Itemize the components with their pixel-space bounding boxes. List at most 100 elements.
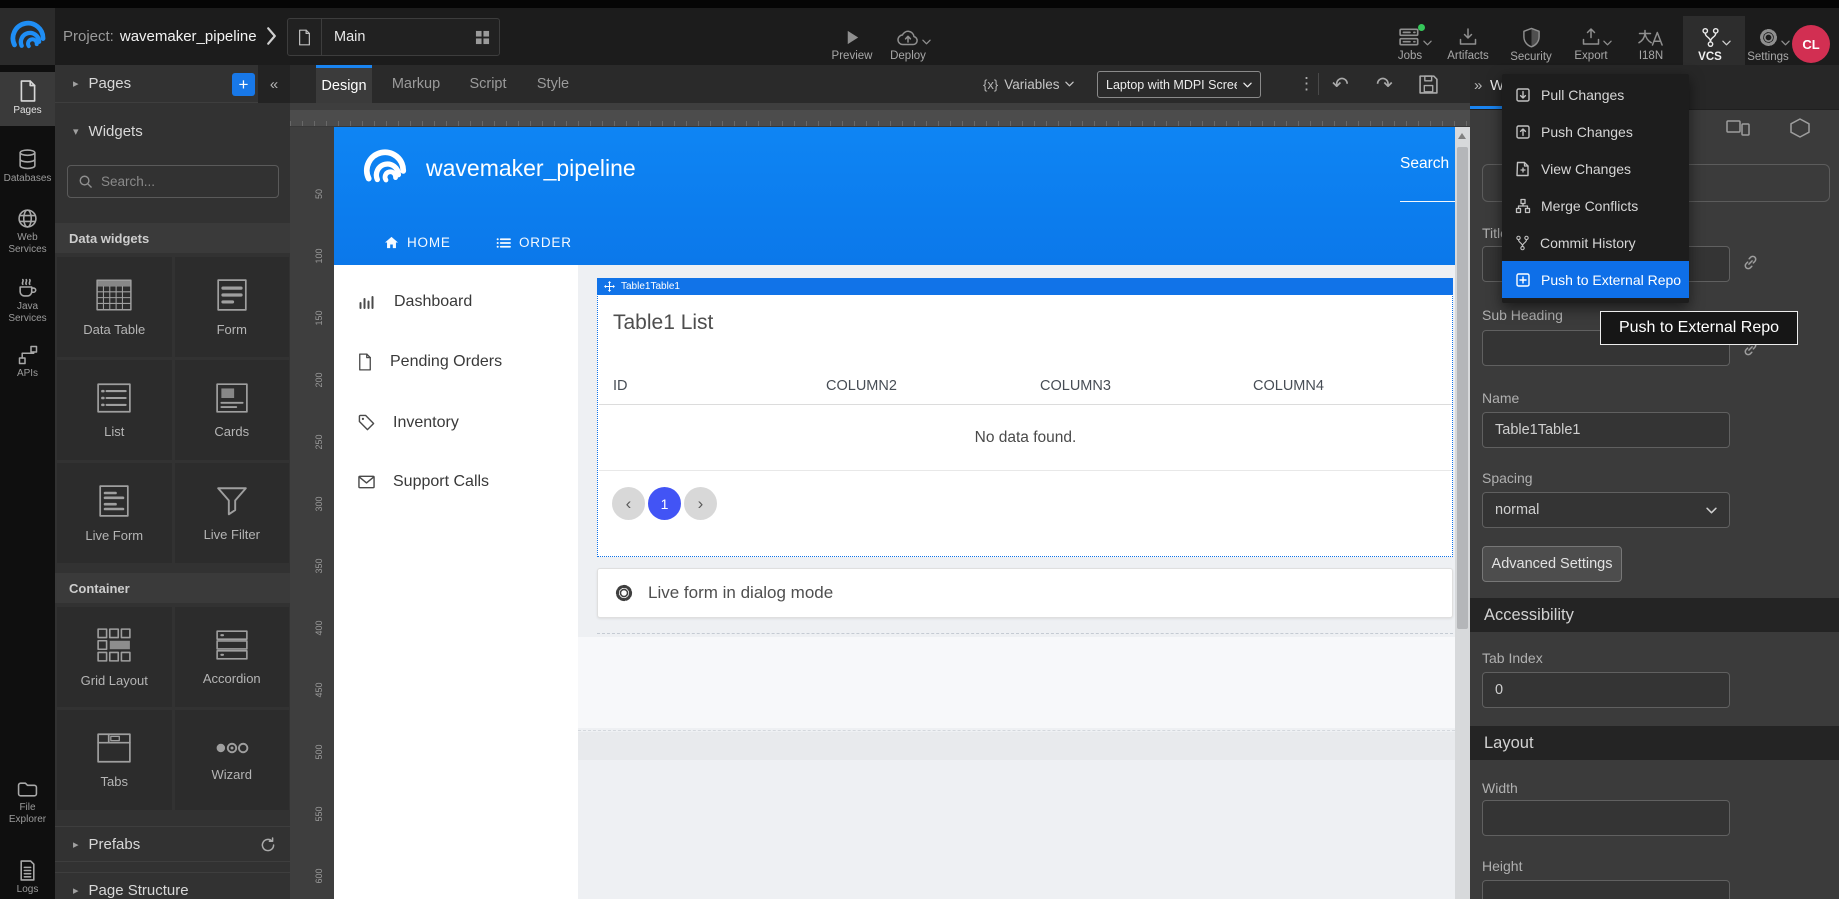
expand-arrow-icon: ▸ bbox=[73, 77, 79, 90]
prefabs-section-header[interactable]: ▸ Prefabs bbox=[55, 826, 290, 862]
save-button[interactable] bbox=[1418, 65, 1439, 103]
menu-item-inventory[interactable]: Inventory bbox=[334, 414, 578, 432]
move-handle-icon[interactable] bbox=[604, 281, 615, 292]
user-avatar[interactable]: CL bbox=[1792, 25, 1830, 63]
widget-tile-grid-layout[interactable]: Grid Layout bbox=[57, 607, 172, 707]
refresh-icon[interactable] bbox=[260, 835, 276, 852]
tab-design[interactable]: Design bbox=[316, 65, 372, 103]
widget-selection-bar[interactable]: Table1Table1 bbox=[597, 278, 1453, 295]
nav-item-home[interactable]: HOME bbox=[384, 235, 451, 250]
page-structure-header[interactable]: ▸ Page Structure bbox=[55, 872, 290, 899]
device-select[interactable]: Laptop with MDPI Screen bbox=[1097, 71, 1261, 98]
widget-tile-cards[interactable]: Cards bbox=[175, 360, 290, 460]
bind-link-icon[interactable] bbox=[1742, 254, 1759, 272]
ruler-number: 450 bbox=[314, 675, 324, 705]
rail-item-web-services[interactable]: Web Services bbox=[0, 208, 55, 256]
column-header[interactable]: COLUMN4 bbox=[1253, 378, 1324, 394]
menu-item-commit-history[interactable]: Commit History bbox=[1502, 224, 1689, 261]
tab-style[interactable]: Style bbox=[530, 65, 576, 103]
pages-section-header[interactable]: ▸ Pages bbox=[55, 65, 258, 103]
window-top-strip bbox=[0, 0, 1839, 8]
toolbar-divider bbox=[1318, 73, 1319, 95]
rail-item-file-explorer[interactable]: File Explorer bbox=[0, 781, 55, 826]
widget-tile-live-filter[interactable]: Live Filter bbox=[175, 463, 290, 563]
expand-panel-button[interactable]: » bbox=[1474, 77, 1482, 94]
tab-markup[interactable]: Markup bbox=[386, 65, 446, 103]
column-header[interactable]: COLUMN3 bbox=[1040, 378, 1111, 394]
widget-search-input[interactable] bbox=[101, 174, 261, 189]
widget-search[interactable] bbox=[67, 165, 279, 198]
envelope-icon bbox=[358, 473, 375, 491]
grid-layout-icon bbox=[96, 627, 132, 663]
devices-icon[interactable] bbox=[1726, 119, 1750, 137]
redo-button[interactable]: ↷ bbox=[1376, 65, 1393, 103]
menu-item-merge-conflicts[interactable]: Merge Conflicts bbox=[1502, 187, 1689, 224]
gear-icon bbox=[614, 583, 634, 604]
name-property-input[interactable] bbox=[1482, 412, 1730, 448]
layout-divider bbox=[578, 730, 1455, 731]
advanced-settings-button[interactable]: Advanced Settings bbox=[1482, 546, 1622, 582]
menu-item-view-changes[interactable]: View Changes bbox=[1502, 150, 1689, 187]
widget-tile-accordion[interactable]: Accordion bbox=[175, 607, 290, 707]
rail-item-java-services[interactable]: Java Services bbox=[0, 277, 55, 325]
variables-button[interactable]: {x} Variables bbox=[983, 65, 1074, 103]
widget-tile-form[interactable]: Form bbox=[175, 257, 290, 357]
widget-tile-wizard[interactable]: Wizard bbox=[175, 710, 290, 810]
add-page-button[interactable]: + bbox=[232, 73, 255, 96]
rail-item-pages[interactable]: Pages bbox=[0, 72, 55, 126]
widget-tile-list[interactable]: List bbox=[57, 360, 172, 460]
ruler-number: 350 bbox=[314, 551, 324, 581]
tab-script[interactable]: Script bbox=[462, 65, 514, 103]
rail-item-logs[interactable]: Logs bbox=[0, 860, 55, 896]
document-icon bbox=[358, 353, 372, 371]
collapse-panel-button[interactable]: « bbox=[258, 65, 290, 103]
pages-grid-icon[interactable] bbox=[465, 30, 499, 45]
menu-item-dashboard[interactable]: Dashboard bbox=[334, 293, 578, 311]
tab-index-input[interactable] bbox=[1482, 672, 1730, 708]
column-header[interactable]: COLUMN2 bbox=[826, 378, 897, 394]
nav-item-order[interactable]: ORDER bbox=[496, 235, 572, 250]
selected-table-widget[interactable]: Table1Table1 Table1 List ID COLUMN2 COLU… bbox=[597, 278, 1453, 557]
pagination-next-button[interactable]: › bbox=[684, 487, 717, 520]
search-link[interactable]: Search bbox=[1400, 155, 1455, 202]
widgets-section-header[interactable]: ▾ Widgets bbox=[55, 115, 290, 147]
open-page-tab[interactable]: Main bbox=[287, 18, 500, 56]
api-nodes-icon bbox=[18, 346, 38, 363]
i18n-translate-icon bbox=[1638, 28, 1664, 47]
pagination-prev-button[interactable]: ‹ bbox=[612, 487, 645, 520]
more-menu-button[interactable]: ⋮ bbox=[1298, 65, 1315, 103]
widget-tile-live-form[interactable]: Live Form bbox=[57, 463, 172, 563]
shield-hex-icon[interactable] bbox=[1788, 118, 1812, 138]
menu-item-push-changes[interactable]: Push Changes bbox=[1502, 113, 1689, 150]
pagination-page-button[interactable]: 1 bbox=[648, 487, 681, 520]
widget-tile-data-table[interactable]: Data Table bbox=[57, 257, 172, 357]
scrollbar-thumb[interactable] bbox=[1457, 147, 1468, 629]
width-property-label: Width bbox=[1482, 780, 1518, 796]
push-changes-icon bbox=[1515, 123, 1531, 140]
scroll-up-arrow[interactable] bbox=[1458, 133, 1466, 139]
menu-item-pull-changes[interactable]: Pull Changes bbox=[1502, 76, 1689, 113]
column-header[interactable]: ID bbox=[613, 378, 628, 394]
view-changes-icon bbox=[1515, 160, 1531, 177]
page-preview: wavemaker_pipeline Search HOME ORDER Das… bbox=[334, 127, 1455, 899]
widget-tile-tabs[interactable]: Tabs bbox=[57, 710, 172, 810]
width-property-input[interactable] bbox=[1482, 800, 1730, 836]
coffee-icon bbox=[17, 279, 38, 296]
canvas-scrollbar[interactable] bbox=[1455, 127, 1470, 899]
rail-item-apis[interactable]: APIs bbox=[0, 345, 55, 380]
menu-item-support-calls[interactable]: Support Calls bbox=[334, 473, 578, 491]
ruler-number: 100 bbox=[314, 241, 324, 271]
menu-item-pending-orders[interactable]: Pending Orders bbox=[334, 353, 578, 371]
wavemaker-logo[interactable] bbox=[0, 8, 55, 65]
undo-button[interactable]: ↶ bbox=[1332, 65, 1349, 103]
chevron-down-icon bbox=[1706, 502, 1717, 518]
spacing-select[interactable]: normal bbox=[1482, 492, 1730, 528]
rail-item-databases[interactable]: Databases bbox=[0, 149, 55, 185]
ruler-number: 400 bbox=[314, 613, 324, 643]
data-widgets-grid: Data Table Form List Cards Live Form Liv… bbox=[57, 257, 289, 563]
height-property-input[interactable] bbox=[1482, 880, 1730, 899]
app-title: wavemaker_pipeline bbox=[426, 155, 636, 182]
live-form-dialog-widget[interactable]: Live form in dialog mode bbox=[597, 568, 1453, 618]
menu-item-push-to-external-repo[interactable]: Push to External Repo bbox=[1502, 261, 1689, 298]
empty-layout-band bbox=[578, 637, 1455, 728]
